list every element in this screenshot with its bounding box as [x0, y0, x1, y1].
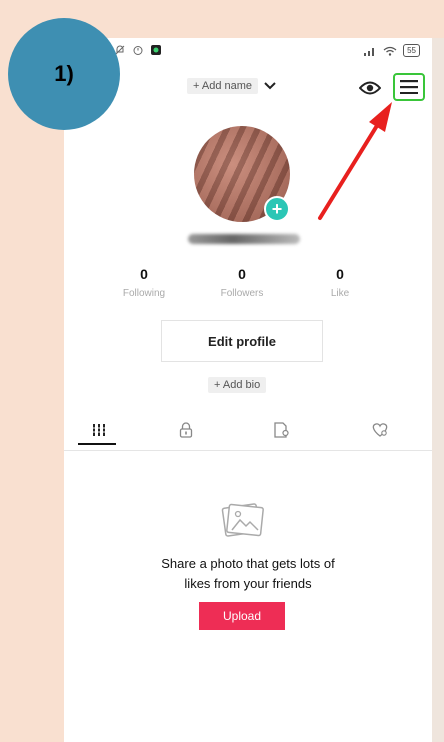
stat-value: 0	[140, 266, 148, 282]
hamburger-menu-icon[interactable]	[400, 80, 418, 94]
menu-button[interactable]	[393, 73, 425, 101]
stat-label: Followers	[220, 288, 264, 299]
step-badge-label: 1)	[54, 61, 74, 86]
empty-state-line-2: likes from your friends	[184, 576, 312, 591]
profile-views-button[interactable]	[358, 78, 382, 98]
add-avatar-button[interactable]: +	[264, 196, 290, 222]
profile-tabs	[64, 412, 432, 451]
photos-placeholder-icon	[221, 503, 264, 537]
add-bio-button[interactable]: + Add bio	[208, 377, 267, 393]
status-bar-right: 55	[363, 44, 420, 57]
side-strip	[432, 38, 444, 742]
phone-screen: 55 + Add name + 0 Following 0 Followers	[64, 38, 432, 742]
plus-icon[interactable]: +	[272, 199, 283, 220]
upload-button[interactable]: Upload	[199, 602, 285, 630]
signal-icon	[364, 47, 375, 56]
add-name-button[interactable]: + Add name	[187, 78, 259, 94]
grid-icon[interactable]	[91, 423, 107, 437]
app-notification-icon	[151, 45, 161, 55]
tab-videos[interactable]	[78, 416, 119, 445]
username-blurred	[188, 234, 300, 244]
tagged-icon[interactable]	[273, 422, 291, 438]
liked-heart-icon[interactable]	[371, 422, 389, 438]
alarm-icon	[133, 46, 143, 55]
add-name-control[interactable]: + Add name	[187, 78, 276, 94]
tab-liked[interactable]	[360, 416, 400, 444]
stat-label: Like	[330, 288, 350, 299]
active-tab-indicator	[78, 443, 116, 445]
stat-value: 0	[336, 266, 344, 282]
tab-private[interactable]	[166, 416, 206, 444]
eye-icon[interactable]	[359, 80, 381, 96]
tab-tagged[interactable]	[262, 416, 302, 444]
empty-state-message: Share a photo that gets lots of likes fr…	[108, 554, 388, 594]
status-bar-left	[114, 44, 162, 56]
edit-profile-button[interactable]: Edit profile	[161, 320, 323, 362]
wifi-icon	[383, 46, 397, 56]
stat-likes[interactable]: 0 Like	[300, 266, 380, 299]
chevron-down-icon[interactable]	[264, 82, 276, 90]
stat-following[interactable]: 0 Following	[104, 266, 184, 299]
step-badge: 1)	[8, 18, 120, 130]
stat-label: Following	[122, 288, 166, 299]
battery-indicator: 55	[403, 44, 420, 57]
stat-value: 0	[238, 266, 246, 282]
lock-icon[interactable]	[179, 422, 193, 438]
stat-followers[interactable]: 0 Followers	[202, 266, 282, 299]
empty-state-line-1: Share a photo that gets lots of	[161, 556, 335, 571]
